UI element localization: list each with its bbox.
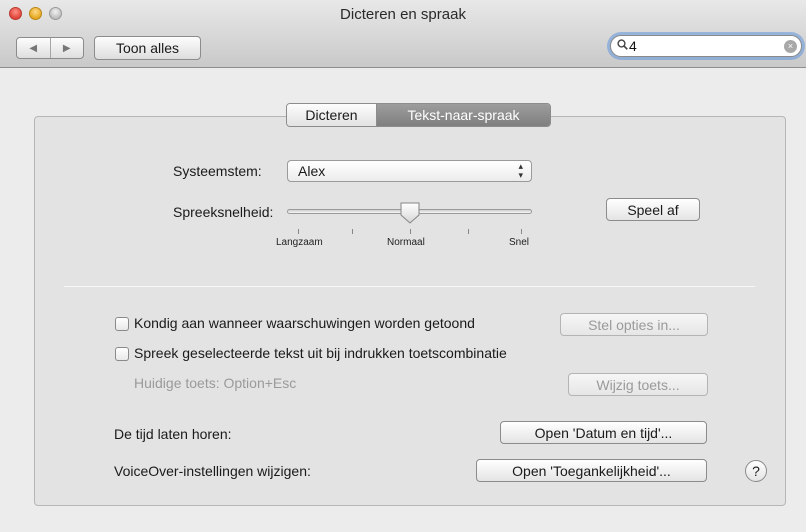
window-title: Dicteren en spraak xyxy=(340,6,466,23)
rate-tick-label-fast: Snel xyxy=(509,237,530,248)
voiceover-label: VoiceOver-instellingen wijzigen: xyxy=(114,463,311,479)
tab-dicteren[interactable]: Dicteren xyxy=(287,104,377,126)
tab-bar: Dicteren Tekst-naar-spraak xyxy=(286,103,551,127)
back-arrow-icon[interactable]: ◀ xyxy=(17,38,51,58)
rate-label: Spreeksnelheid: xyxy=(173,204,274,220)
announce-label: Kondig aan wanneer waarschuwingen worden… xyxy=(134,315,475,331)
current-key-label: Huidige toets: Option+Esc xyxy=(134,375,297,391)
time-label: De tijd laten horen: xyxy=(114,426,232,442)
tab-tekst-naar-spraak[interactable]: Tekst-naar-spraak xyxy=(377,104,550,126)
announce-checkbox[interactable] xyxy=(115,317,129,331)
search-input[interactable] xyxy=(629,38,779,54)
open-date-time-button[interactable]: Open 'Datum en tijd'... xyxy=(500,421,707,444)
rate-tick-label-slow: Langzaam xyxy=(276,237,323,248)
speak-selected-checkbox[interactable] xyxy=(115,347,129,361)
show-all-button[interactable]: Toon alles xyxy=(94,36,201,60)
play-button[interactable]: Speel af xyxy=(606,198,700,221)
rate-slider-thumb[interactable] xyxy=(399,201,421,225)
window-titlebar: Dicteren en spraak ◀ ▶ Toon alles × xyxy=(0,0,806,68)
help-button[interactable]: ? xyxy=(745,460,767,482)
voice-label: Systeemstem: xyxy=(173,163,262,179)
alert-options-button[interactable]: Stel opties in... xyxy=(560,313,708,336)
clear-search-icon[interactable]: × xyxy=(784,40,797,53)
rate-tick-label-normal: Normaal xyxy=(387,237,425,248)
speak-selected-label: Spreek geselecteerde tekst uit bij indru… xyxy=(134,345,507,361)
open-accessibility-button[interactable]: Open 'Toegankelijkheid'... xyxy=(476,459,707,482)
search-field[interactable]: × xyxy=(610,35,802,57)
rate-tick xyxy=(352,229,353,234)
rate-tick xyxy=(298,229,299,234)
voice-popup-value: Alex xyxy=(298,163,326,179)
forward-arrow-icon[interactable]: ▶ xyxy=(51,38,84,58)
change-key-button[interactable]: Wijzig toets... xyxy=(568,373,708,396)
rate-tick xyxy=(410,229,411,234)
back-forward-control: ◀ ▶ xyxy=(16,37,84,59)
section-divider xyxy=(64,286,755,287)
search-icon xyxy=(617,39,628,53)
rate-tick xyxy=(521,229,522,234)
popup-arrows-icon: ▴ ▾ xyxy=(518,161,523,180)
voice-popup[interactable]: Alex ▴ ▾ xyxy=(287,160,532,182)
rate-tick xyxy=(468,229,469,234)
